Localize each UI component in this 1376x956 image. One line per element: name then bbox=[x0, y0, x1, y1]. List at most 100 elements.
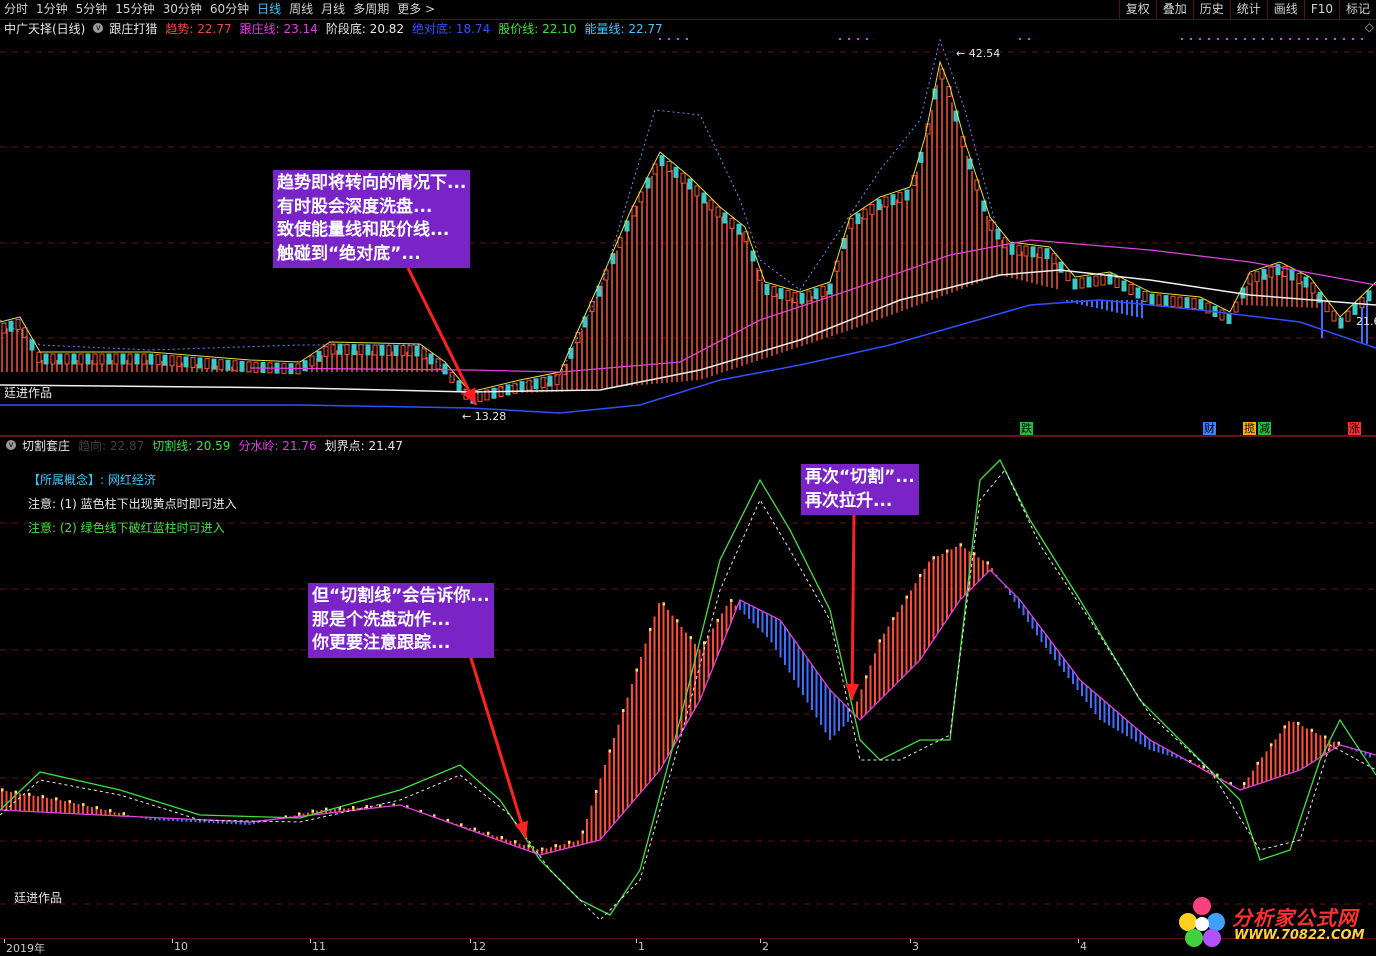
axis-tick bbox=[1078, 939, 1079, 943]
osc-dot bbox=[311, 809, 314, 813]
signal-dot bbox=[1235, 38, 1237, 40]
candle bbox=[876, 199, 882, 211]
candle bbox=[1114, 277, 1120, 288]
osc-dot bbox=[122, 812, 125, 816]
candle bbox=[855, 213, 861, 225]
signal-dot bbox=[1334, 38, 1336, 40]
candle bbox=[176, 355, 182, 367]
event-marker-4[interactable]: 涨 bbox=[1348, 422, 1361, 435]
osc-dot bbox=[1, 788, 4, 792]
candle bbox=[316, 350, 322, 362]
arrow-cut-line bbox=[468, 654, 528, 839]
candle bbox=[1009, 243, 1015, 255]
osc-dot bbox=[662, 602, 665, 606]
candle bbox=[1016, 244, 1022, 256]
candle bbox=[85, 353, 91, 365]
osc-dot bbox=[68, 800, 71, 804]
price-line bbox=[0, 60, 1376, 393]
top-watermark: 廷进作品 bbox=[4, 386, 53, 400]
candle bbox=[239, 360, 245, 372]
osc-dot bbox=[1243, 782, 1246, 785]
osc-dot bbox=[541, 847, 544, 851]
signal-dot bbox=[1280, 38, 1282, 40]
candle bbox=[1366, 290, 1372, 302]
osc-dot bbox=[41, 795, 44, 799]
osc-dot bbox=[1310, 728, 1313, 732]
signal-dot bbox=[1244, 38, 1246, 40]
candle bbox=[323, 346, 329, 358]
osc-dot bbox=[1297, 722, 1300, 725]
osc-dot bbox=[95, 806, 98, 810]
candle bbox=[1023, 245, 1029, 257]
candle bbox=[890, 194, 896, 206]
candle bbox=[428, 353, 434, 365]
candle bbox=[372, 344, 378, 356]
candle bbox=[694, 185, 700, 197]
candle bbox=[302, 360, 308, 372]
note-1: 注意: (1) 蓝色柱下出现黄点时即可进入 bbox=[28, 497, 237, 511]
event-marker-0[interactable]: 跌 bbox=[1020, 422, 1033, 435]
candle bbox=[78, 353, 84, 365]
candle bbox=[120, 353, 126, 365]
candle bbox=[1296, 273, 1302, 284]
candle bbox=[701, 192, 707, 204]
candle bbox=[386, 344, 392, 356]
low-price-label: ← 13.28 bbox=[462, 410, 507, 423]
axis-label-5: 2 bbox=[762, 940, 769, 953]
candle bbox=[449, 371, 455, 383]
candle bbox=[1198, 299, 1204, 310]
candle bbox=[183, 356, 189, 368]
osc-dot bbox=[55, 797, 58, 801]
event-marker-1[interactable]: 财 bbox=[1203, 422, 1216, 435]
axis-label-2: 11 bbox=[312, 940, 326, 953]
axis-tick bbox=[636, 939, 637, 943]
candle bbox=[862, 208, 868, 220]
candle bbox=[1135, 287, 1141, 299]
candle bbox=[1191, 297, 1197, 309]
signal-dot bbox=[659, 38, 661, 40]
osc-dot bbox=[554, 844, 557, 848]
callout-cut-line: 但“切割线”会告诉你... 那是个洗盘动作... 你更要注意跟踪... bbox=[308, 583, 494, 658]
candle bbox=[225, 359, 231, 371]
signal-dot bbox=[1271, 38, 1273, 40]
signal-dot bbox=[1208, 38, 1210, 40]
candle bbox=[1030, 246, 1036, 258]
candle bbox=[71, 353, 77, 365]
osc-dot bbox=[1283, 725, 1286, 729]
arrow-recut-head bbox=[845, 683, 860, 700]
osc-dot bbox=[500, 835, 503, 839]
osc-dot bbox=[676, 619, 679, 623]
candle bbox=[148, 353, 154, 365]
signal-dot bbox=[1316, 38, 1318, 40]
candle bbox=[92, 353, 98, 365]
candle bbox=[1163, 295, 1169, 307]
event-marker-3[interactable]: 减 bbox=[1258, 422, 1271, 435]
axis-tick bbox=[172, 939, 173, 943]
candle bbox=[897, 191, 903, 203]
candle bbox=[1338, 317, 1344, 329]
candle bbox=[344, 343, 350, 355]
event-marker-2[interactable]: 揽 bbox=[1243, 422, 1256, 435]
candle bbox=[43, 353, 49, 365]
osc-dot bbox=[352, 805, 355, 809]
osc-dot bbox=[460, 823, 463, 827]
candle bbox=[232, 360, 238, 372]
axis-label-6: 3 bbox=[912, 940, 919, 953]
candle bbox=[526, 379, 532, 391]
candle bbox=[736, 223, 742, 235]
concept-value[interactable]: 网红经济 bbox=[108, 473, 156, 487]
candle bbox=[1275, 264, 1281, 276]
bottom-watermark: 廷进作品 bbox=[14, 891, 63, 905]
candle bbox=[330, 343, 336, 355]
osc-dot bbox=[865, 675, 868, 679]
price-chart[interactable] bbox=[0, 0, 1376, 938]
candle bbox=[379, 344, 385, 356]
candle bbox=[204, 358, 210, 370]
axis-tick bbox=[910, 939, 911, 943]
candle bbox=[1219, 309, 1225, 321]
candle bbox=[1100, 274, 1106, 286]
signal-dot bbox=[1181, 38, 1183, 40]
osc-dot bbox=[1337, 741, 1340, 745]
axis-tick bbox=[310, 939, 311, 943]
candle bbox=[1303, 276, 1309, 288]
